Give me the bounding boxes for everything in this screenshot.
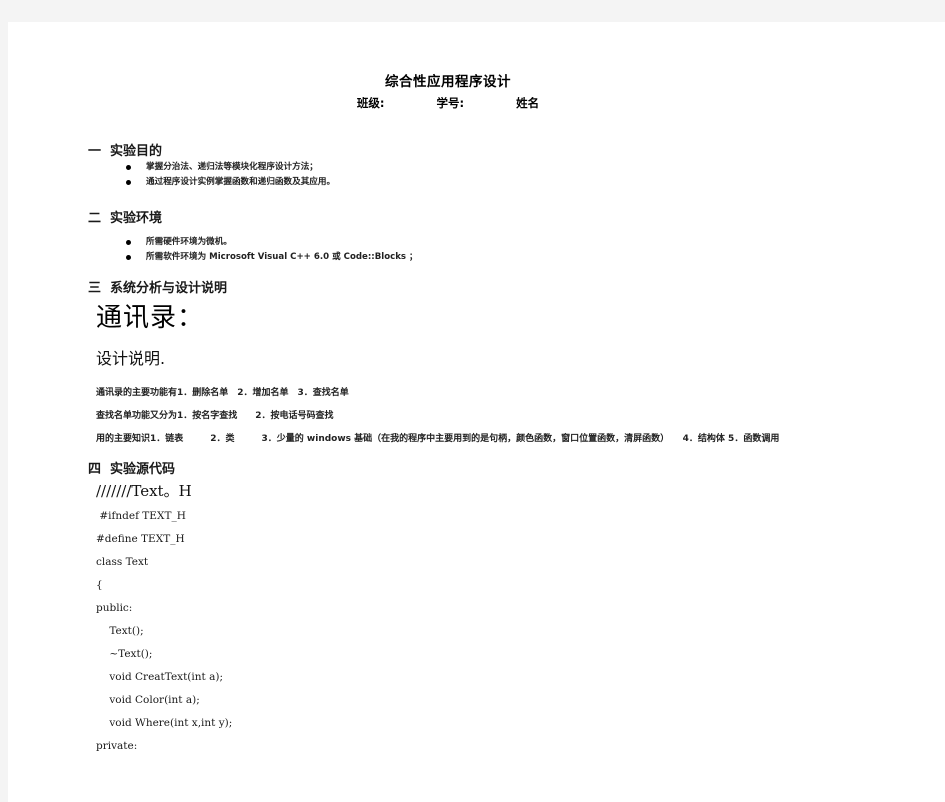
- code-line: ~Text();: [96, 648, 153, 660]
- section-heading-4: 四实验源代码: [88, 458, 175, 477]
- document-page: 综合性应用程序设计 班级: 学号: 姓名 一实验目的 掌握分治法、递归法等模块化…: [8, 22, 945, 802]
- code-line: private:: [96, 740, 138, 752]
- section-title-4: 实验源代码: [110, 462, 176, 477]
- section-title-1: 实验目的: [110, 144, 163, 159]
- section-heading-2: 二实验环境: [88, 207, 162, 226]
- section-1-bullets: 掌握分治法、递归法等模块化程序设计方法； 通过程序设计实例掌握函数和递归函数及其…: [118, 160, 335, 190]
- code-line: Text();: [96, 625, 144, 637]
- section-number-3: 三: [88, 281, 102, 296]
- code-line: #ifndef TEXT_H: [96, 510, 186, 522]
- design-paragraph: 通讯录的主要功能有1．删除名单 2．增加名单 3．查找名单: [96, 388, 349, 398]
- source-file-comment: ///////Text。H: [96, 482, 192, 500]
- student-id-label: 学号:: [436, 96, 465, 110]
- section-number-1: 一: [88, 144, 102, 159]
- page-title: 综合性应用程序设计: [385, 74, 511, 90]
- class-label: 班级:: [356, 96, 385, 110]
- section-heading-3: 三系统分析与设计说明: [88, 277, 227, 296]
- code-line: void Where(int x,int y);: [96, 717, 233, 729]
- section-number-2: 二: [88, 211, 102, 226]
- section-number-4: 四: [88, 462, 102, 477]
- list-item: 所需硬件环境为微机。: [118, 235, 418, 250]
- section-heading-1: 一实验目的: [88, 140, 162, 159]
- project-name: 通讯录：: [96, 303, 205, 333]
- design-note-heading: 设计说明.: [96, 349, 166, 368]
- list-item: 所需软件环境为 Microsoft Visual C++ 6.0 或 Code:…: [118, 250, 418, 265]
- name-label: 姓名: [516, 96, 540, 110]
- list-item: 掌握分治法、递归法等模块化程序设计方法；: [118, 160, 335, 175]
- code-line: {: [96, 579, 103, 591]
- design-paragraph: 查找名单功能又分为1．按名字查找 2．按电话号码查找: [96, 411, 334, 421]
- code-line: public:: [96, 602, 133, 614]
- design-paragraph: 用的主要知识1．链表 2．类 3．少量的 windows 基础（在我的程序中主要…: [96, 434, 780, 444]
- section-title-2: 实验环境: [110, 211, 163, 226]
- code-line: void Color(int a);: [96, 694, 200, 706]
- code-line: class Text: [96, 556, 149, 568]
- student-meta-line: 班级: 学号: 姓名: [8, 95, 888, 111]
- code-line: #define TEXT_H: [96, 533, 185, 545]
- code-line: void CreatText(int a);: [96, 671, 223, 683]
- section-2-bullets: 所需硬件环境为微机。 所需软件环境为 Microsoft Visual C++ …: [118, 235, 418, 265]
- list-item: 通过程序设计实例掌握函数和递归函数及其应用。: [118, 175, 335, 190]
- section-title-3: 系统分析与设计说明: [110, 281, 228, 296]
